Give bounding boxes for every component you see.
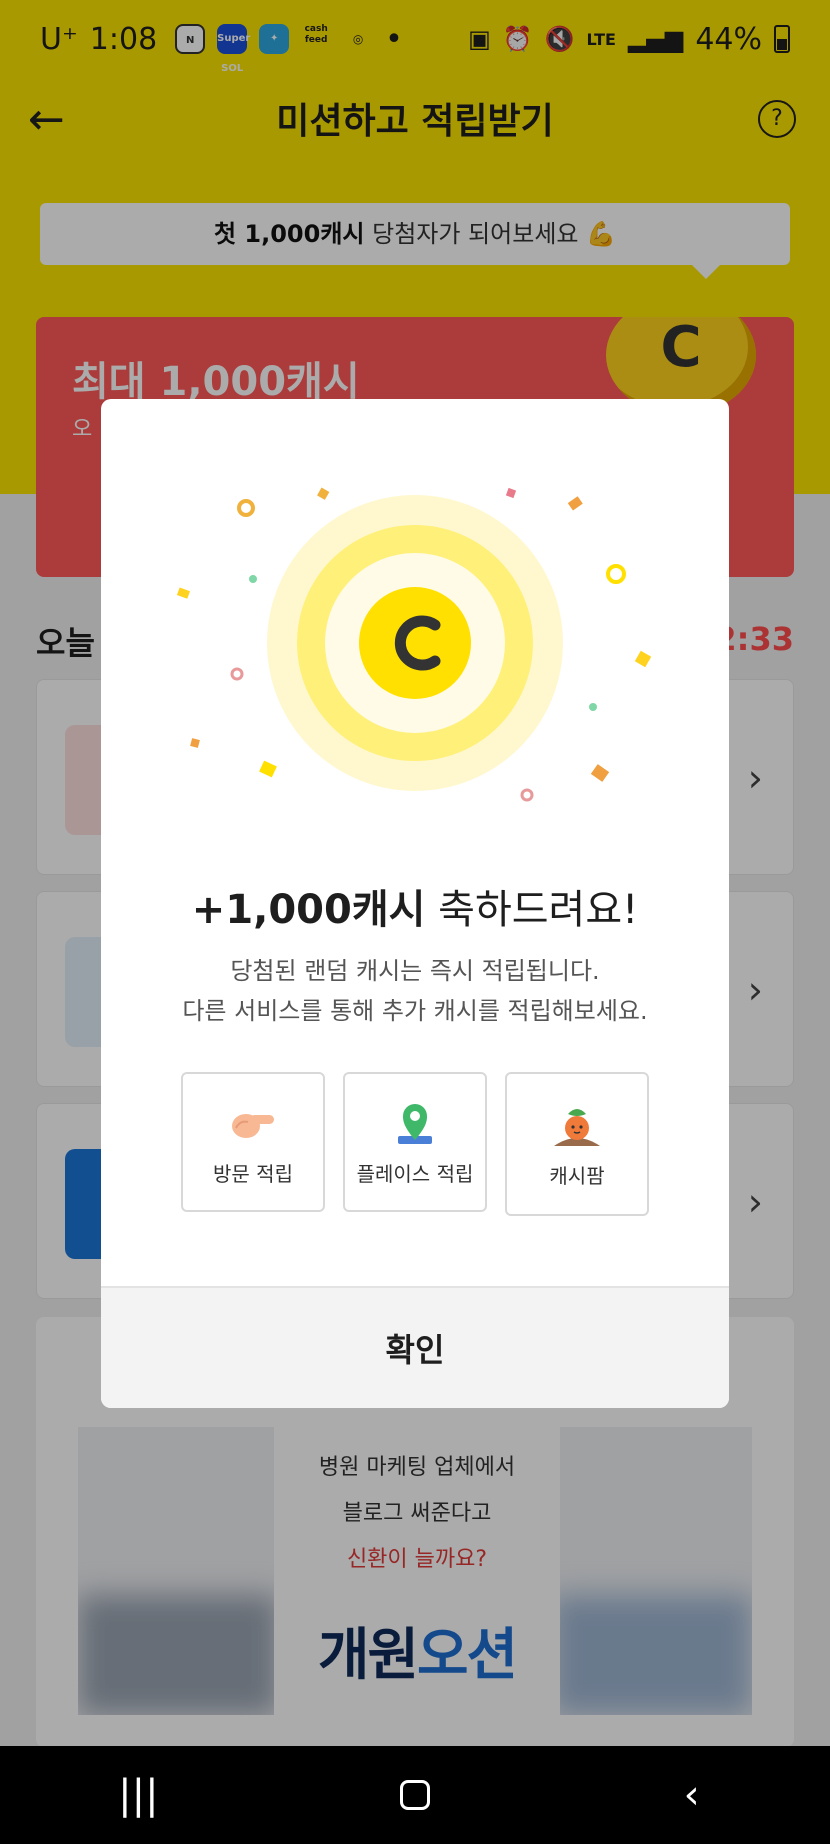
carrot-icon	[554, 1108, 600, 1146]
confirm-label: 확인	[385, 1331, 445, 1369]
pointing-hand-icon	[232, 1113, 274, 1138]
reward-dialog: +1,000캐시 축하드려요! 당첨된 랜덤 캐시는 즉시 적립됩니다. 다른 …	[101, 399, 729, 1408]
tile-label: 방문 적립	[213, 1161, 293, 1186]
tile-label: 캐시팜	[549, 1163, 605, 1188]
system-nav-bar: ||| ‹	[0, 1746, 830, 1844]
dialog-heading: +1,000캐시 축하드려요!	[101, 877, 729, 935]
back-icon[interactable]: ‹	[632, 1772, 752, 1818]
recent-apps-icon[interactable]: |||	[78, 1772, 198, 1818]
heading-text: 축하드려요!	[425, 887, 639, 933]
home-icon	[399, 1780, 430, 1810]
place-reward-button[interactable]: 플레이스 적립	[343, 1072, 487, 1212]
visit-reward-button[interactable]: 방문 적립	[181, 1072, 325, 1212]
coin-burst-illustration	[176, 487, 652, 802]
service-tiles: 방문 적립 플레이스 적립 캐시팜	[101, 1072, 729, 1216]
confirm-button[interactable]: 확인	[101, 1286, 729, 1408]
cashfarm-button[interactable]: 캐시팜	[505, 1072, 649, 1216]
map-pin-icon	[398, 1103, 432, 1144]
reward-amount: +1,000캐시	[191, 887, 426, 933]
description-line: 당첨된 랜덤 캐시는 즉시 적립됩니다.	[230, 957, 600, 985]
description-line: 다른 서비스를 통해 추가 캐시를 적립해보세요.	[182, 997, 648, 1025]
tile-label: 플레이스 적립	[356, 1161, 474, 1186]
dialog-description: 당첨된 랜덤 캐시는 즉시 적립됩니다. 다른 서비스를 통해 추가 캐시를 적…	[101, 951, 729, 1031]
home-button[interactable]	[355, 1780, 475, 1810]
